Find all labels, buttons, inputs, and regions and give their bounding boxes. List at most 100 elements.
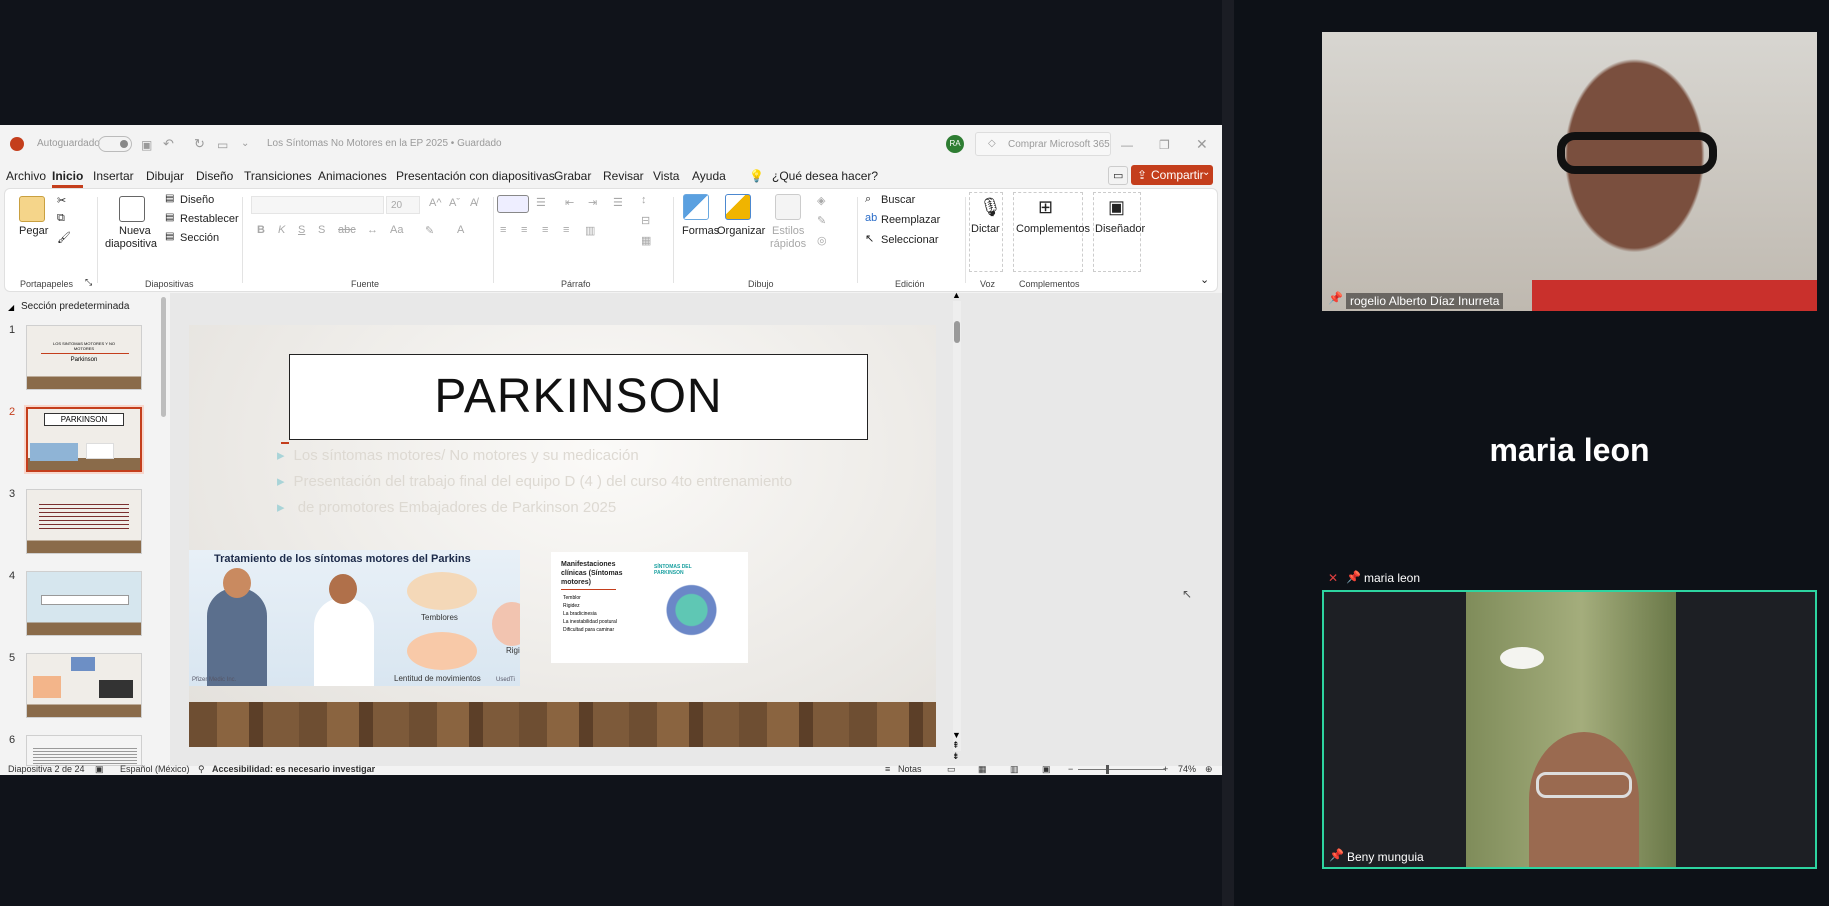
- font-color-icon[interactable]: A: [457, 224, 464, 236]
- justify-icon[interactable]: ≡: [563, 224, 569, 236]
- paste-icon[interactable]: [19, 196, 45, 222]
- zoom-out-icon[interactable]: −: [1068, 764, 1073, 774]
- tab-inicio[interactable]: Inicio: [52, 169, 84, 188]
- quick-styles-icon[interactable]: [775, 194, 801, 220]
- slide-thumbnail-2[interactable]: PARKINSON: [26, 407, 142, 472]
- effects-icon[interactable]: ◎: [817, 234, 827, 247]
- new-slide-icon[interactable]: [119, 196, 145, 222]
- notes-button[interactable]: Notas: [898, 764, 922, 774]
- pin-icon[interactable]: 📌: [1346, 570, 1361, 584]
- font-size-dropdown[interactable]: 20: [386, 196, 420, 214]
- quick-styles-label[interactable]: Estilos: [772, 225, 804, 237]
- scroll-down-icon[interactable]: ▼: [952, 730, 961, 740]
- minimize-icon[interactable]: —: [1121, 138, 1133, 152]
- share-button[interactable]: ⇪ Compartir ⌄: [1131, 165, 1213, 185]
- designer-button[interactable]: ▣ Diseñador: [1093, 192, 1145, 272]
- tab-transiciones[interactable]: Transiciones: [244, 169, 312, 183]
- increase-indent-icon[interactable]: ⇥: [588, 196, 597, 209]
- decrease-indent-icon[interactable]: ⇤: [565, 196, 574, 209]
- section-label[interactable]: Sección predeterminada: [21, 301, 129, 312]
- slide-thumbnail-5[interactable]: [26, 653, 142, 718]
- section-button[interactable]: Sección: [180, 232, 219, 244]
- numbering-icon[interactable]: ☰: [536, 196, 546, 209]
- slide-thumbnail-3[interactable]: [26, 489, 142, 554]
- spellcheck-icon[interactable]: ▣: [95, 764, 104, 775]
- outline-icon[interactable]: ✎: [817, 214, 826, 227]
- cut-icon[interactable]: ✂: [57, 194, 66, 207]
- align-right-icon[interactable]: ≡: [542, 224, 548, 236]
- smartart-icon[interactable]: ▦: [641, 234, 651, 247]
- shapes-icon[interactable]: [683, 194, 709, 220]
- present-icon[interactable]: ▭: [217, 138, 228, 152]
- participant-tile-rogelio[interactable]: 📌 rogelio Alberto Díaz Inurreta: [1322, 32, 1817, 311]
- shadow-icon[interactable]: S: [318, 224, 325, 236]
- spacing-icon[interactable]: ↔: [367, 224, 378, 236]
- tab-revisar[interactable]: Revisar: [603, 169, 644, 183]
- bullet-item[interactable]: Los síntomas motores/ No motores y su me…: [277, 446, 639, 464]
- tab-diseno[interactable]: Diseño: [196, 169, 233, 183]
- copy-icon[interactable]: ⧉: [57, 212, 65, 225]
- new-slide-label[interactable]: Nueva: [119, 225, 151, 237]
- line-spacing-icon[interactable]: ☰: [613, 196, 623, 209]
- fill-icon[interactable]: ◈: [817, 194, 825, 207]
- dictate-button[interactable]: 🎙 Dictar: [969, 192, 1003, 272]
- slide-thumbnail-4[interactable]: [26, 571, 142, 636]
- restore-icon[interactable]: ❐: [1159, 138, 1170, 152]
- redo-icon[interactable]: ↻: [194, 136, 205, 152]
- change-case-icon[interactable]: Aa: [390, 224, 403, 236]
- underline-icon[interactable]: S: [298, 224, 305, 236]
- tab-ayuda[interactable]: Ayuda: [692, 169, 726, 183]
- customize-qat-icon[interactable]: ⌄: [241, 138, 249, 149]
- layout-button[interactable]: Diseño: [180, 194, 214, 206]
- tab-grabar[interactable]: Grabar: [554, 169, 591, 183]
- font-name-dropdown[interactable]: [251, 196, 384, 214]
- scroll-thumb[interactable]: [954, 321, 960, 343]
- find-button[interactable]: Buscar: [881, 194, 915, 206]
- accessibility-status[interactable]: Accesibilidad: es necesario investigar: [212, 764, 375, 774]
- reset-button[interactable]: Restablecer: [180, 213, 239, 225]
- next-slide-icon[interactable]: ⇟: [952, 751, 960, 762]
- columns-icon[interactable]: ▥: [585, 224, 595, 237]
- pin-icon[interactable]: 📌: [1329, 848, 1344, 862]
- participant-tile-maria-leon[interactable]: maria leon: [1322, 340, 1817, 560]
- dialog-launcher-icon[interactable]: ⤡: [85, 277, 92, 288]
- thumbnail-scrollbar[interactable]: [161, 297, 166, 417]
- increase-font-icon[interactable]: A^: [429, 197, 442, 209]
- user-avatar[interactable]: RA: [946, 135, 964, 153]
- language-indicator[interactable]: Español (México): [120, 764, 190, 774]
- scroll-up-icon[interactable]: ▲: [952, 290, 961, 300]
- buy-microsoft365-button[interactable]: ◇ Comprar Microsoft 365: [975, 132, 1111, 156]
- document-title[interactable]: Los Síntomas No Motores en la EP 2025 • …: [267, 138, 502, 149]
- slide-thumbnail-6[interactable]: [26, 735, 142, 766]
- quick-styles-button[interactable]: rápidos: [770, 238, 806, 250]
- undo-icon[interactable]: ↶: [163, 136, 174, 152]
- collapse-ribbon-icon[interactable]: ⌄: [1200, 273, 1209, 286]
- italic-icon[interactable]: K: [278, 224, 285, 236]
- addins-button[interactable]: ⊞ Complementos: [1013, 192, 1090, 272]
- vertical-scrollbar[interactable]: [953, 301, 961, 751]
- text-direction-icon[interactable]: ↕: [641, 194, 647, 206]
- tab-vista[interactable]: Vista: [653, 169, 679, 183]
- bold-icon[interactable]: B: [257, 224, 265, 236]
- bullet-item[interactable]: de promotores Embajadores de Parkinson 2…: [277, 498, 617, 516]
- align-text-icon[interactable]: ⊟: [641, 214, 650, 227]
- tab-insertar[interactable]: Insertar: [93, 169, 134, 183]
- replace-button[interactable]: Reemplazar: [881, 214, 940, 226]
- section-collapse-icon[interactable]: ◢: [8, 303, 14, 312]
- arrange-button[interactable]: Organizar: [717, 225, 765, 237]
- new-slide-button[interactable]: diapositiva: [105, 238, 157, 250]
- paste-button[interactable]: Pegar: [19, 225, 48, 237]
- slide-2[interactable]: PARKINSON Los síntomas motores/ No motor…: [189, 325, 936, 747]
- participant-tile-beny[interactable]: 📌 Beny munguia: [1322, 590, 1817, 869]
- fit-slide-icon[interactable]: ⊕: [1205, 764, 1213, 775]
- tab-animaciones[interactable]: Animaciones: [318, 169, 387, 183]
- decrease-font-icon[interactable]: Aˇ: [449, 197, 460, 209]
- slide-sorter-icon[interactable]: ▦: [978, 764, 987, 775]
- tab-presentacion[interactable]: Presentación con diapositivas: [396, 169, 555, 183]
- comments-icon[interactable]: ▭: [1108, 166, 1129, 185]
- treatment-image[interactable]: Tratamiento de los síntomas motores del …: [189, 550, 520, 686]
- tab-archivo[interactable]: Archivo: [6, 169, 46, 183]
- slideshow-icon[interactable]: ▣: [1042, 764, 1051, 775]
- zoom-level[interactable]: 74%: [1178, 764, 1196, 774]
- strikethrough-icon[interactable]: abc: [338, 224, 356, 236]
